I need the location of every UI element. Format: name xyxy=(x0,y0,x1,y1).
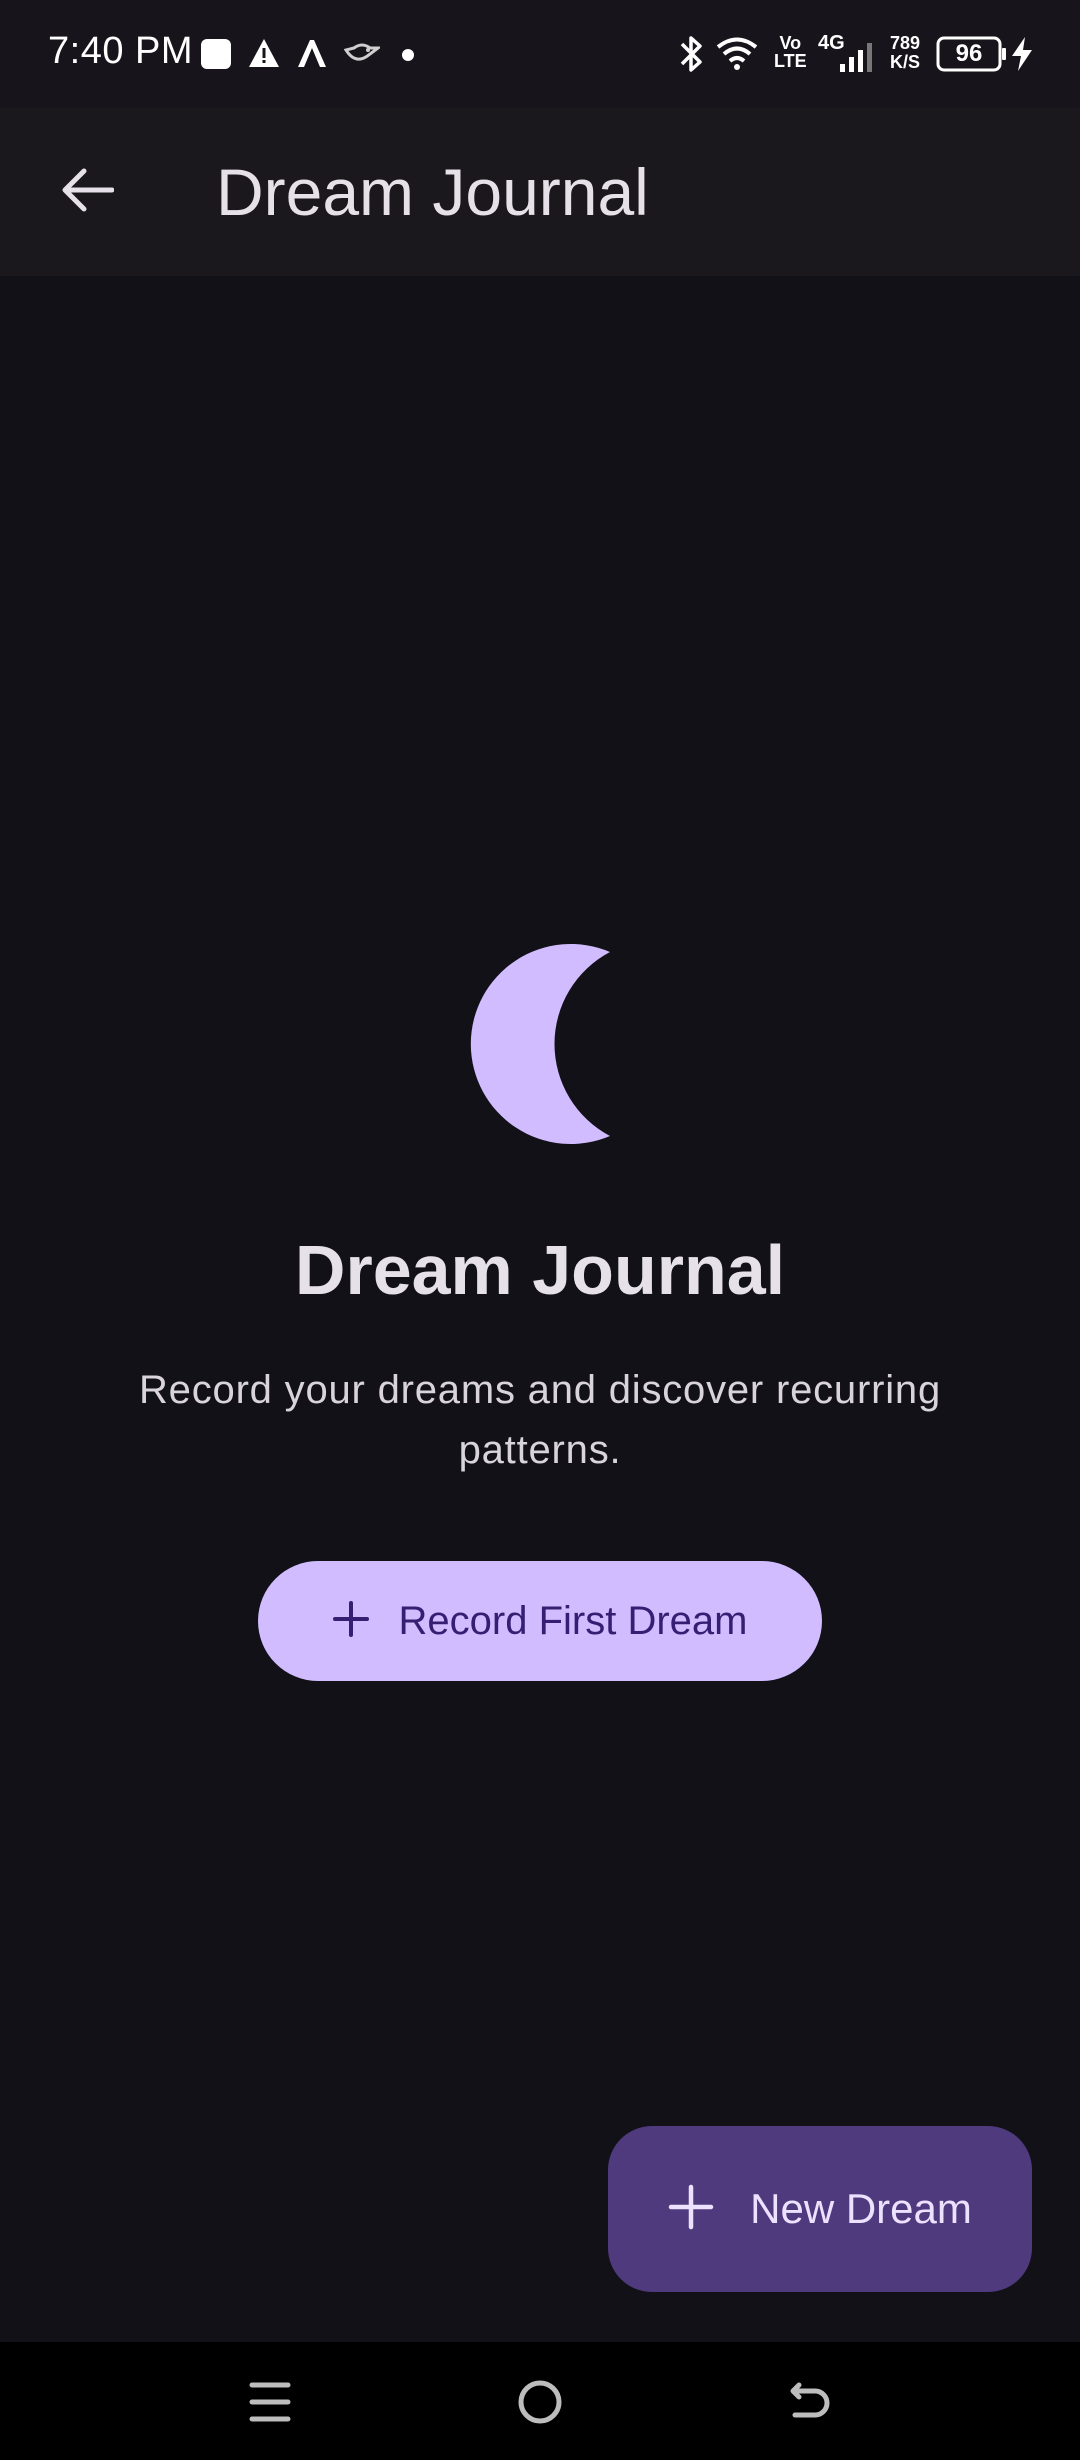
page-title: Dream Journal xyxy=(216,155,649,229)
empty-state-description: Record your dreams and discover recurrin… xyxy=(138,1368,942,1472)
bird-icon xyxy=(343,40,383,71)
volte-text: Vo xyxy=(779,33,802,53)
empty-state-title: Dream Journal xyxy=(294,1231,786,1309)
app-bar: Dream Journal xyxy=(0,108,1080,276)
plus-icon xyxy=(668,2184,714,2235)
arrow-left-icon xyxy=(62,168,115,217)
plus-icon xyxy=(332,1600,369,1642)
warning-icon xyxy=(248,38,280,73)
speed-value: 789 xyxy=(890,33,921,53)
speed-unit: K/S xyxy=(890,52,921,72)
screen: 7:40 PM Vo LTE 4G 789 K/S 96 Dream Journ… xyxy=(0,0,1080,2460)
status-time: 7:40 PM xyxy=(48,30,194,72)
back-icon xyxy=(787,2379,833,2430)
charging-icon xyxy=(1010,36,1034,77)
new-dream-fab[interactable]: New Dream xyxy=(608,2126,1032,2292)
home-icon xyxy=(517,2379,563,2430)
menu-icon xyxy=(248,2381,292,2428)
square-notification-icon xyxy=(200,38,232,75)
speed-label: 789 K/S xyxy=(890,34,920,72)
battery-level: 96 xyxy=(955,40,983,67)
signal-icon xyxy=(838,42,874,77)
moon-icon xyxy=(458,942,618,1151)
back-button[interactable] xyxy=(40,144,136,240)
home-button[interactable] xyxy=(500,2364,580,2444)
system-nav-bar xyxy=(0,2342,1080,2460)
system-back-button[interactable] xyxy=(770,2364,850,2444)
app-logo-icon xyxy=(296,38,328,73)
volte-label: Vo LTE xyxy=(774,34,807,70)
recent-apps-button[interactable] xyxy=(230,2364,310,2444)
status-bar: 7:40 PM Vo LTE 4G 789 K/S 96 xyxy=(0,0,1080,108)
dot-icon xyxy=(402,48,414,66)
record-first-dream-label: Record First Dream xyxy=(398,1598,748,1643)
wifi-icon xyxy=(716,36,758,75)
new-dream-label: New Dream xyxy=(750,2185,972,2232)
bluetooth-icon xyxy=(676,34,706,79)
volte-sub-text: LTE xyxy=(774,51,807,71)
record-first-dream-button[interactable]: Record First Dream xyxy=(258,1561,822,1681)
